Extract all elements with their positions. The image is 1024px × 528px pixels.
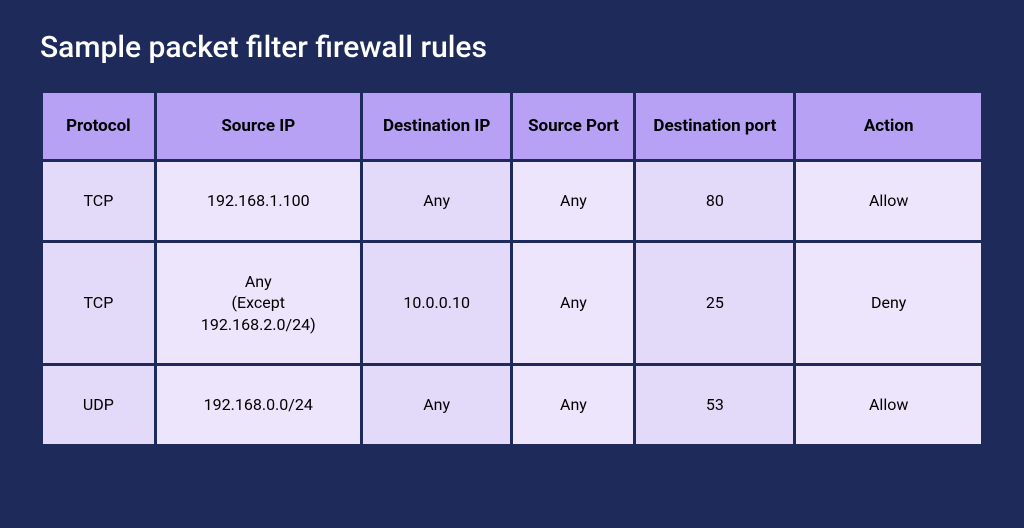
cell-dest-port: 53 bbox=[636, 366, 793, 444]
table-row: TCP Any (Except 192.168.2.0/24) 10.0.0.1… bbox=[43, 243, 981, 364]
cell-protocol: UDP bbox=[43, 366, 154, 444]
cell-dest-ip: Any bbox=[363, 366, 511, 444]
header-source-ip: Source IP bbox=[157, 93, 360, 159]
table-row: TCP 192.168.1.100 Any Any 80 Allow bbox=[43, 162, 981, 240]
cell-dest-ip: 10.0.0.10 bbox=[363, 243, 511, 364]
header-protocol: Protocol bbox=[43, 93, 154, 159]
cell-source-ip: Any (Except 192.168.2.0/24) bbox=[157, 243, 360, 364]
firewall-rules-table: Protocol Source IP Destination IP Source… bbox=[40, 90, 984, 447]
cell-dest-port: 25 bbox=[636, 243, 793, 364]
cell-action: Allow bbox=[796, 366, 981, 444]
cell-source-ip: 192.168.0.0/24 bbox=[157, 366, 360, 444]
cell-protocol: TCP bbox=[43, 243, 154, 364]
cell-source-port: Any bbox=[513, 243, 633, 364]
cell-source-ip: 192.168.1.100 bbox=[157, 162, 360, 240]
cell-dest-ip: Any bbox=[363, 162, 511, 240]
cell-protocol: TCP bbox=[43, 162, 154, 240]
header-action: Action bbox=[796, 93, 981, 159]
cell-source-port: Any bbox=[513, 162, 633, 240]
cell-action: Deny bbox=[796, 243, 981, 364]
page-title: Sample packet filter firewall rules bbox=[40, 30, 984, 65]
header-dest-port: Destination port bbox=[636, 93, 793, 159]
cell-dest-port: 80 bbox=[636, 162, 793, 240]
table-row: UDP 192.168.0.0/24 Any Any 53 Allow bbox=[43, 366, 981, 444]
cell-source-port: Any bbox=[513, 366, 633, 444]
cell-action: Allow bbox=[796, 162, 981, 240]
header-dest-ip: Destination IP bbox=[363, 93, 511, 159]
header-source-port: Source Port bbox=[513, 93, 633, 159]
firewall-rules-table-container: Protocol Source IP Destination IP Source… bbox=[40, 90, 984, 447]
table-header-row: Protocol Source IP Destination IP Source… bbox=[43, 93, 981, 159]
